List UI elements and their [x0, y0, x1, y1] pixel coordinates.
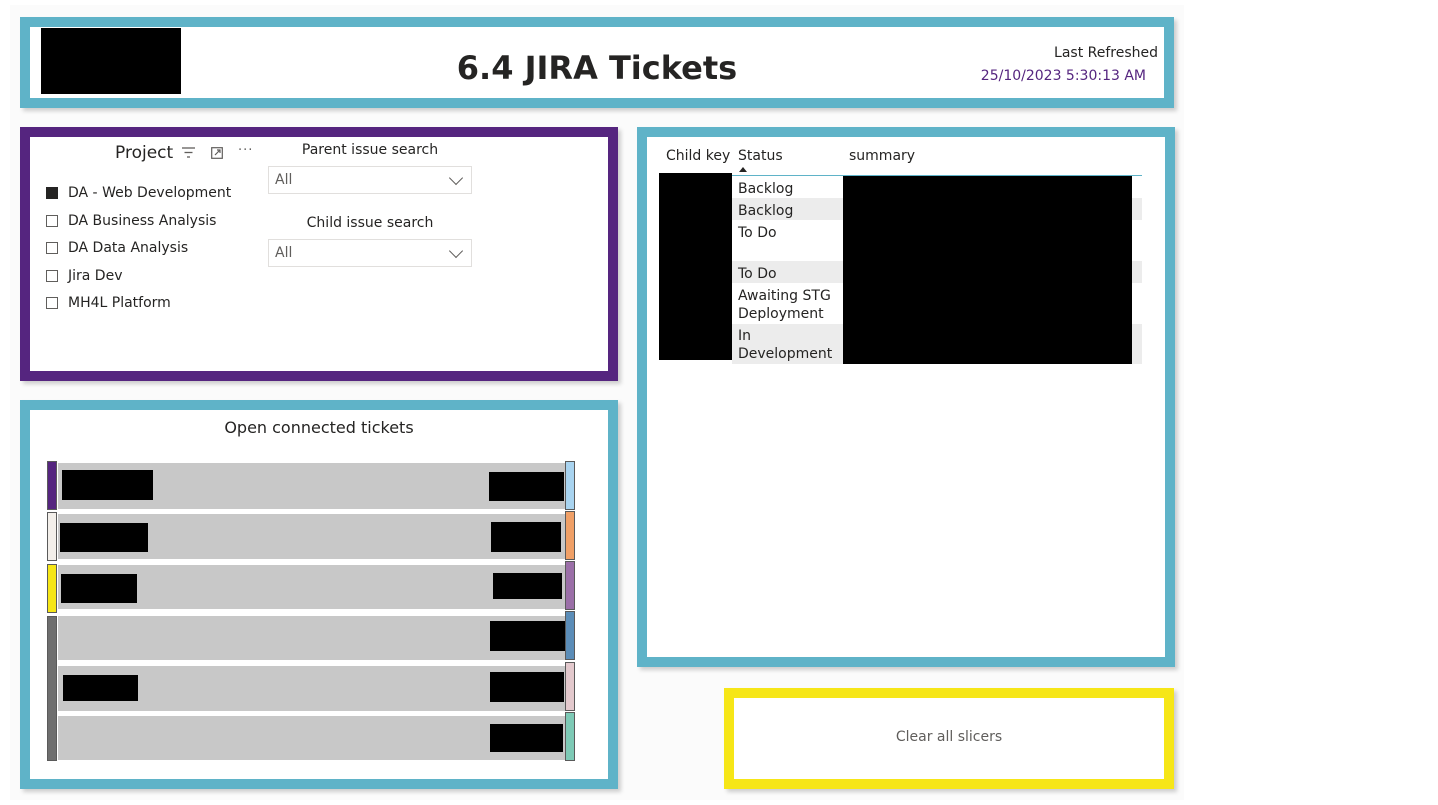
project-option[interactable]: Jira Dev	[46, 266, 122, 286]
project-option-label: MH4L Platform	[68, 295, 171, 311]
redacted-label	[491, 522, 561, 552]
last-refreshed-value: 25/10/2023 5:30:13 AM	[980, 68, 1146, 84]
checkbox-icon[interactable]	[46, 242, 58, 254]
tickets-table-panel: Child key Status summary Backlog Backlog…	[637, 127, 1175, 667]
sankey-node-right[interactable]	[565, 712, 575, 761]
status-cell: Backlog	[738, 203, 794, 219]
project-option-label: DA Data Analysis	[68, 240, 189, 256]
focus-mode-icon[interactable]	[211, 147, 223, 163]
checkbox-icon[interactable]	[46, 270, 58, 282]
column-header-child-key[interactable]: Child key	[666, 148, 730, 164]
sankey-node-right[interactable]	[565, 461, 575, 510]
redacted-label	[493, 573, 562, 599]
redacted-label	[60, 523, 148, 552]
checkbox-icon[interactable]	[46, 215, 58, 227]
project-slicer-title: Project	[115, 143, 174, 163]
redacted-label	[490, 621, 565, 651]
project-option[interactable]: DA - Web Development	[46, 183, 231, 203]
parent-search-dropdown[interactable]: All	[268, 166, 472, 194]
status-cell: In Development	[738, 328, 833, 362]
sankey-node-left[interactable]	[47, 564, 57, 613]
sankey-node-left[interactable]	[47, 512, 57, 561]
chevron-down-icon	[448, 243, 464, 258]
project-option-label: DA - Web Development	[68, 185, 232, 201]
redacted-label	[63, 675, 138, 701]
redacted-label	[61, 574, 137, 603]
filter-icon[interactable]	[182, 147, 195, 162]
project-option[interactable]: DA Business Analysis	[46, 211, 216, 231]
sankey-node-right[interactable]	[565, 511, 575, 560]
redacted-label	[490, 724, 563, 752]
sankey-node-right[interactable]	[565, 662, 575, 711]
project-option-label: Jira Dev	[68, 268, 123, 284]
sankey-link[interactable]	[58, 716, 565, 760]
sankey-link[interactable]	[58, 616, 565, 660]
column-header-status[interactable]: Status	[738, 148, 783, 164]
child-search-dropdown[interactable]: All	[268, 239, 472, 267]
parent-search-value: All	[275, 172, 293, 188]
redacted-label	[489, 472, 564, 501]
clear-slicers-label: Clear all slicers	[895, 729, 1003, 745]
status-cell: Awaiting STG Deployment	[738, 288, 831, 322]
slicers-panel: Project ··· DA - Web Development DA Busi…	[20, 127, 618, 381]
redacted-summaries	[843, 176, 1132, 364]
redacted-label	[490, 672, 564, 702]
parent-search-title: Parent issue search	[301, 142, 439, 158]
child-search-title: Child issue search	[306, 215, 434, 231]
more-options-icon[interactable]: ···	[238, 143, 253, 158]
sankey-title: Open connected tickets	[224, 418, 414, 437]
redacted-child-keys	[659, 173, 732, 360]
status-cell: To Do	[738, 266, 777, 282]
status-cell: To Do	[738, 225, 777, 241]
sankey-node-left[interactable]	[47, 461, 57, 510]
last-refreshed-label: Last Refreshed	[1054, 45, 1158, 61]
header-panel: 6.4 JIRA Tickets Last Refreshed 25/10/20…	[20, 17, 1174, 108]
sankey-panel: Open connected tickets	[20, 400, 618, 789]
checkbox-icon[interactable]	[46, 297, 58, 309]
sankey-node-left[interactable]	[47, 616, 57, 761]
status-cell: Backlog	[738, 181, 794, 197]
child-search-value: All	[275, 245, 293, 261]
column-header-summary[interactable]: summary	[849, 148, 915, 164]
sankey-node-right[interactable]	[565, 611, 575, 660]
checkbox-icon[interactable]	[46, 187, 58, 199]
clear-slicers-button[interactable]: Clear all slicers	[724, 688, 1174, 789]
project-option[interactable]: DA Data Analysis	[46, 238, 188, 258]
project-option[interactable]: MH4L Platform	[46, 293, 171, 313]
sort-ascending-icon	[739, 167, 747, 172]
sankey-node-right[interactable]	[565, 561, 575, 610]
redacted-label	[62, 470, 153, 500]
project-option-label: DA Business Analysis	[68, 213, 217, 229]
chevron-down-icon	[448, 170, 464, 185]
